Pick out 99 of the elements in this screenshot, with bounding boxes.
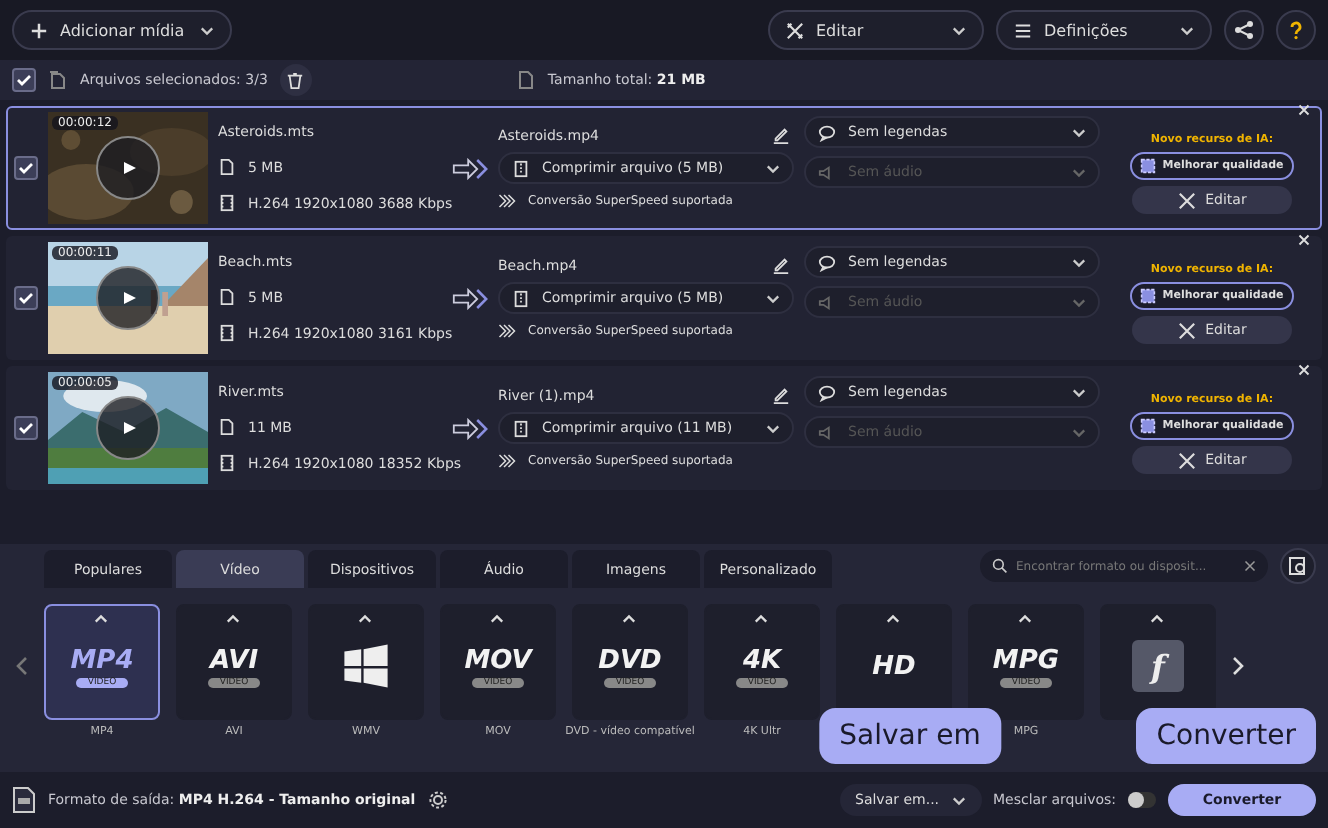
- play-icon: [118, 418, 138, 438]
- speech-bubble-icon: [818, 383, 836, 401]
- play-icon: [118, 158, 138, 178]
- chevron-down-icon: [1180, 25, 1194, 35]
- chevron-up-icon[interactable]: [1018, 614, 1032, 624]
- chevron-up-icon[interactable]: [622, 614, 636, 624]
- chevron-down-icon: [200, 25, 214, 35]
- chevron-down-icon: [1072, 427, 1086, 437]
- film-icon: [218, 194, 236, 212]
- format-logo: MP4: [70, 645, 134, 675]
- speed-icon: [498, 322, 516, 340]
- tools-icon: [1177, 191, 1196, 209]
- tools-icon: [1177, 451, 1196, 469]
- chevron-up-icon[interactable]: [226, 614, 240, 624]
- checkmark-icon: [16, 158, 36, 178]
- save-to-tooltip: Salvar em: [819, 708, 1001, 764]
- enhance-icon: [1140, 158, 1157, 174]
- trash-icon: [286, 71, 305, 89]
- device-detect-button[interactable]: [1280, 548, 1316, 584]
- chevron-up-icon[interactable]: [490, 614, 504, 624]
- pencil-icon[interactable]: [772, 256, 790, 274]
- settings-dropdown[interactable]: Definições: [996, 10, 1212, 50]
- chevron-down-icon: [766, 163, 780, 173]
- format-logo: MOV: [464, 645, 532, 675]
- chevron-down-icon: [1072, 387, 1086, 397]
- close-icon[interactable]: [1298, 364, 1310, 376]
- speech-bubble-icon: [818, 253, 836, 271]
- plus-icon: [30, 21, 48, 39]
- format-logo: HD: [872, 651, 916, 681]
- chevron-down-icon: [952, 25, 966, 35]
- chevron-up-icon[interactable]: [754, 614, 768, 624]
- chevron-down-icon: [1072, 297, 1086, 307]
- format-logo: AVI: [209, 645, 259, 675]
- clear-icon[interactable]: [1244, 560, 1256, 572]
- format-logo: DVD: [598, 645, 662, 675]
- share-icon: [1234, 20, 1254, 40]
- close-icon[interactable]: [1298, 104, 1310, 116]
- file-icon: [218, 288, 236, 306]
- flash-logo: f: [1132, 640, 1184, 692]
- speech-bubble-icon: [818, 123, 836, 141]
- pencil-icon[interactable]: [772, 386, 790, 404]
- file-checkbox[interactable]: [14, 416, 38, 440]
- checkmark-icon: [14, 70, 34, 90]
- merge-toggle[interactable]: [1128, 792, 1156, 808]
- file-icon: [218, 418, 236, 436]
- convert-tooltip: Converter: [1136, 708, 1316, 764]
- speed-icon: [498, 192, 516, 210]
- chevron-down-icon: [766, 423, 780, 433]
- format-file-icon: [12, 786, 36, 814]
- help-icon: [1286, 20, 1306, 40]
- format-logo: MPG: [992, 645, 1060, 675]
- share-button[interactable]: [1224, 10, 1264, 50]
- chevron-down-icon: [1072, 257, 1086, 267]
- speed-icon: [498, 452, 516, 470]
- delete-button[interactable]: [279, 64, 312, 96]
- device-search-icon: [1288, 556, 1308, 576]
- add-media-button[interactable]: Adicionar mídia: [12, 10, 232, 50]
- chevron-up-icon[interactable]: [94, 614, 108, 624]
- chevron-down-icon: [951, 795, 966, 805]
- windows-logo-icon: [342, 642, 390, 690]
- chevron-up-icon[interactable]: [358, 614, 372, 624]
- tools-icon: [1177, 321, 1196, 339]
- film-icon: [218, 454, 236, 472]
- speaker-icon: [818, 163, 836, 181]
- tools-icon: [786, 21, 804, 39]
- chevron-up-icon[interactable]: [886, 614, 900, 624]
- settings-icon[interactable]: [427, 790, 448, 810]
- select-all-checkbox[interactable]: [12, 68, 36, 92]
- film-icon: [218, 324, 236, 342]
- zip-icon: [512, 159, 530, 177]
- file-icon: [218, 158, 236, 176]
- chevron-up-icon[interactable]: [1150, 614, 1164, 624]
- zip-icon: [512, 419, 530, 437]
- format-logo: 4K: [742, 645, 782, 675]
- sliders-icon: [1014, 21, 1032, 39]
- convert-arrow-icon: [452, 417, 488, 439]
- chevron-down-icon: [1072, 127, 1086, 137]
- file-checkbox[interactable]: [14, 156, 38, 180]
- chevron-down-icon: [1072, 167, 1086, 177]
- zip-icon: [512, 289, 530, 307]
- file-icon: [515, 70, 536, 90]
- pencil-icon[interactable]: [772, 126, 790, 144]
- convert-arrow-icon: [452, 157, 488, 179]
- search-icon: [992, 558, 1008, 574]
- format-card[interactable]: [308, 604, 424, 720]
- format-card[interactable]: f: [1100, 604, 1216, 720]
- checkmark-icon: [16, 288, 36, 308]
- file-checkbox[interactable]: [14, 286, 38, 310]
- files-icon: [48, 70, 68, 90]
- speaker-icon: [818, 293, 836, 311]
- speaker-icon: [818, 423, 836, 441]
- convert-arrow-icon: [452, 287, 488, 309]
- enhance-icon: [1140, 288, 1157, 304]
- edit-dropdown[interactable]: Editar: [768, 10, 984, 50]
- enhance-icon: [1140, 418, 1157, 434]
- chevron-down-icon: [766, 293, 780, 303]
- help-button[interactable]: [1276, 10, 1316, 50]
- close-icon[interactable]: [1298, 234, 1310, 246]
- checkmark-icon: [16, 418, 36, 438]
